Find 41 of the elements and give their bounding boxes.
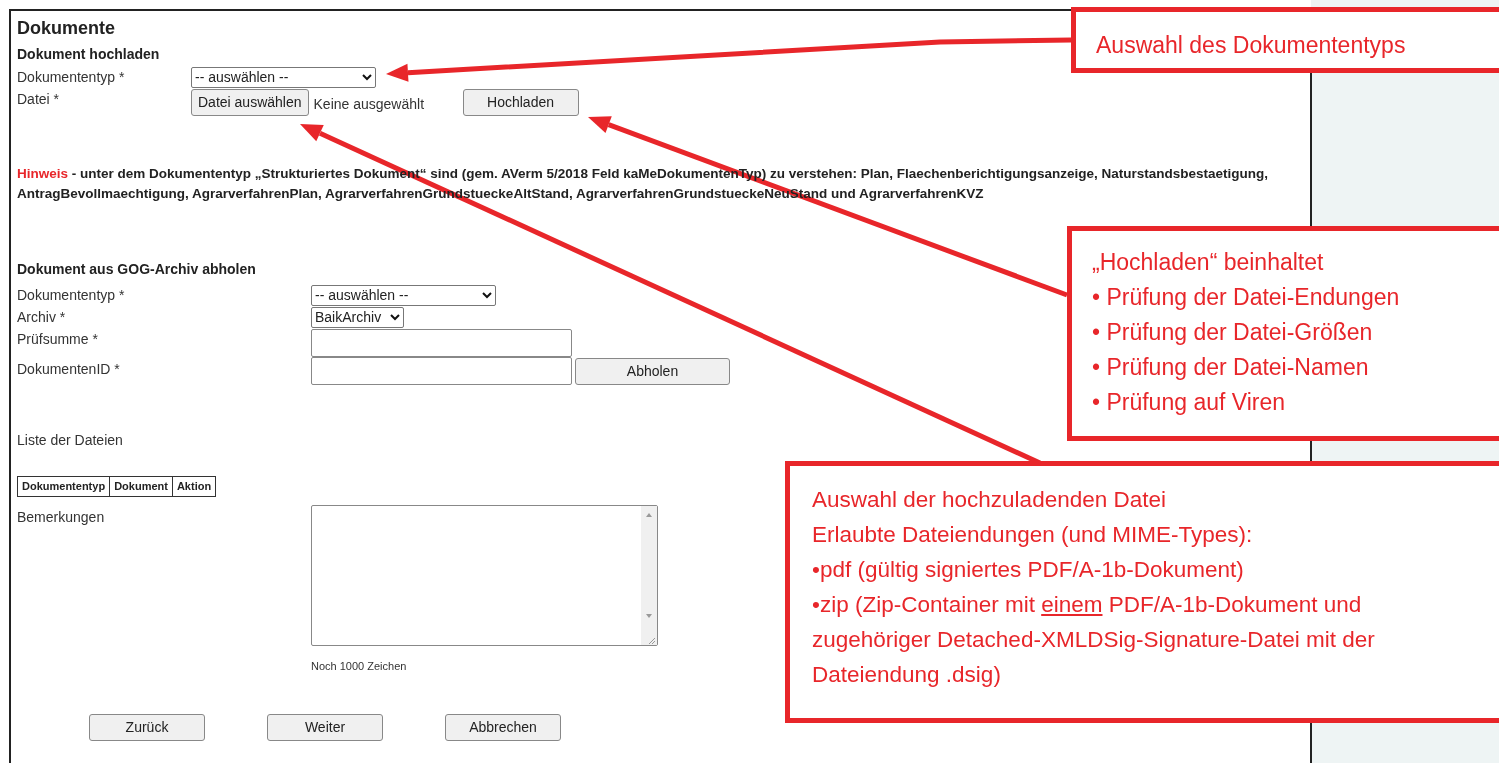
- scrollbar[interactable]: [641, 506, 657, 645]
- callout-text: Erlaubte Dateiendungen (und MIME-Types):: [812, 521, 1254, 549]
- chevron-icon: [390, 314, 400, 321]
- input-field[interactable]: [311, 357, 572, 385]
- callout-text: • Prüfung der Datei-Größen: [1092, 318, 1374, 347]
- field-label: Prüfsumme *: [17, 330, 99, 349]
- page-title: Dokumente: [17, 17, 116, 40]
- callout-text: • Prüfung auf Viren: [1092, 388, 1287, 417]
- callout-text: • Prüfung der Datei-Namen: [1092, 353, 1370, 382]
- dropdown[interactable]: -- auswählen --: [191, 67, 376, 88]
- callout-text: Auswahl des Dokumententyps: [1096, 31, 1407, 60]
- button[interactable]: Abbrechen: [445, 713, 561, 741]
- callout-text: •pdf (gültig signiertes PDF/A-1b-Dokument): [812, 556, 1245, 584]
- button[interactable]: Datei auswählen: [191, 89, 309, 116]
- button[interactable]: Zurück: [89, 713, 205, 741]
- section-heading: Dokument aus GOG-Archiv abholen: [17, 260, 256, 278]
- button[interactable]: Hochladen: [462, 89, 579, 116]
- callout-text: •zip (Zip-Container mit einem PDF/A-1b-Dokument und zugehöriger Detached-XMLDSig-Signature-Datei mit der Dateiendung .dsig): [812, 591, 1376, 689]
- character-counter: Noch 1000 Zeichen: [311, 659, 408, 674]
- callout-text: • Prüfung der Datei-Endungen: [1092, 283, 1401, 312]
- field-label: Bemerkungen: [17, 508, 106, 527]
- field-label: Archiv *: [17, 308, 67, 327]
- text-area[interactable]: [311, 505, 658, 646]
- column-header: Dokumententyp: [21, 479, 107, 494]
- callout-text: Auswahl der hochzuladenden Datei: [812, 486, 1167, 514]
- chevron-icon: [362, 74, 372, 81]
- dropdown[interactable]: -- auswählen --: [311, 285, 496, 306]
- chevron-icon: [482, 292, 492, 299]
- field-label: Dokumententyp *: [17, 286, 126, 305]
- field-label: Datei *: [17, 90, 61, 109]
- list-heading: Liste der Dateien: [17, 431, 124, 449]
- field-label: DokumentenID *: [17, 360, 121, 379]
- callout-text: „Hochladen“ beinhaltet: [1092, 248, 1325, 277]
- button[interactable]: Weiter: [267, 713, 383, 741]
- field-label: Dokumententyp *: [17, 68, 126, 87]
- button[interactable]: Abholen: [575, 358, 730, 385]
- input-field[interactable]: [311, 329, 572, 357]
- column-header: Aktion: [171, 477, 216, 496]
- file-status: Keine ausgewählt: [313, 95, 426, 114]
- dropdown[interactable]: BaikArchiv: [311, 307, 404, 328]
- column-header: Dokument: [109, 477, 172, 496]
